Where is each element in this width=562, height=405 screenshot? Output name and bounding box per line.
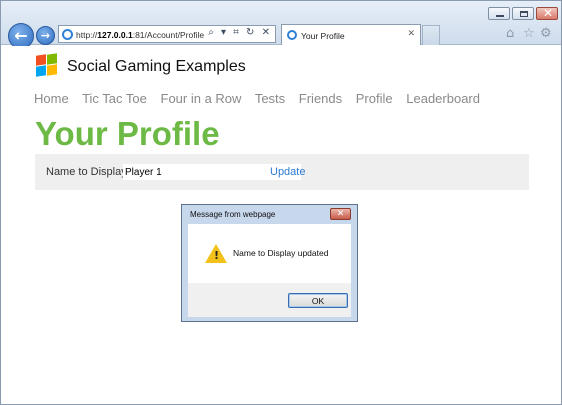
logo-quad-yellow	[47, 64, 57, 76]
dialog-body: ! Name to Display updated	[188, 224, 351, 283]
windows-logo-icon	[36, 53, 58, 77]
address-tools-icons[interactable]: ⌕ ▾ ⌗ ↻ ✕	[208, 27, 272, 38]
logo-quad-green	[47, 53, 57, 65]
profile-form: Name to Display Update	[35, 154, 529, 190]
star-icon[interactable]: ☆	[523, 26, 535, 41]
url-path: :81/Account/Profile	[132, 30, 205, 40]
page-title: Your Profile	[35, 115, 220, 152]
ie-icon	[287, 30, 297, 40]
tab-your-profile[interactable]: Your Profile ✕	[281, 24, 421, 45]
ok-button[interactable]: OK	[288, 293, 348, 308]
address-url[interactable]: http://127.0.0.1:81/Account/Profile	[76, 30, 204, 40]
back-arrow-icon: ←	[14, 26, 28, 45]
new-tab-button[interactable]	[422, 25, 440, 45]
minimize-icon	[496, 15, 504, 17]
site-title: Social Gaming Examples	[67, 58, 246, 75]
message-dialog: Message from webpage ✕ ! Name to Display…	[181, 204, 358, 322]
nav-home[interactable]: Home	[34, 91, 69, 106]
browser-chrome: ✕ ← → http://127.0.0.1:81/Account/Profil…	[1, 1, 561, 49]
main-nav: Home Tic Tac Toe Four in a Row Tests Fri…	[34, 91, 490, 106]
nav-tests[interactable]: Tests	[255, 91, 285, 106]
dialog-title: Message from webpage	[190, 210, 276, 219]
logo-quad-blue	[36, 65, 46, 77]
dialog-message: Name to Display updated	[233, 248, 329, 258]
nav-four-in-a-row[interactable]: Four in a Row	[161, 91, 242, 106]
home-icon[interactable]: ⌂	[506, 26, 514, 41]
gear-icon[interactable]: ⚙	[540, 26, 552, 41]
address-bar[interactable]: http://127.0.0.1:81/Account/Profile ⌕ ▾ …	[58, 25, 276, 43]
browser-window: ✕ ← → http://127.0.0.1:81/Account/Profil…	[0, 0, 562, 405]
update-link[interactable]: Update	[270, 166, 305, 178]
nav-friends[interactable]: Friends	[299, 91, 342, 106]
minimize-button[interactable]	[488, 7, 510, 20]
dialog-footer: OK	[188, 283, 351, 317]
logo-quad-red	[36, 54, 46, 66]
maximize-button[interactable]	[512, 7, 534, 20]
url-scheme: http://	[76, 30, 98, 40]
window-close-button[interactable]: ✕	[536, 6, 558, 20]
forward-arrow-icon: →	[40, 29, 51, 42]
maximize-icon	[520, 11, 528, 17]
tab-title: Your Profile	[301, 31, 345, 41]
dialog-close-button[interactable]: ✕	[330, 208, 351, 220]
tab-close-icon[interactable]: ✕	[407, 29, 415, 39]
nav-leaderboard[interactable]: Leaderboard	[406, 91, 480, 106]
name-to-display-label: Name to Display	[46, 166, 127, 178]
warning-exclamation: !	[214, 249, 220, 262]
close-icon: ✕	[543, 6, 554, 20]
nav-profile[interactable]: Profile	[356, 91, 393, 106]
nav-tic-tac-toe[interactable]: Tic Tac Toe	[82, 91, 147, 106]
forward-button[interactable]: →	[36, 26, 55, 45]
ie-icon	[62, 29, 73, 40]
url-host: 127.0.0.1	[97, 30, 133, 40]
